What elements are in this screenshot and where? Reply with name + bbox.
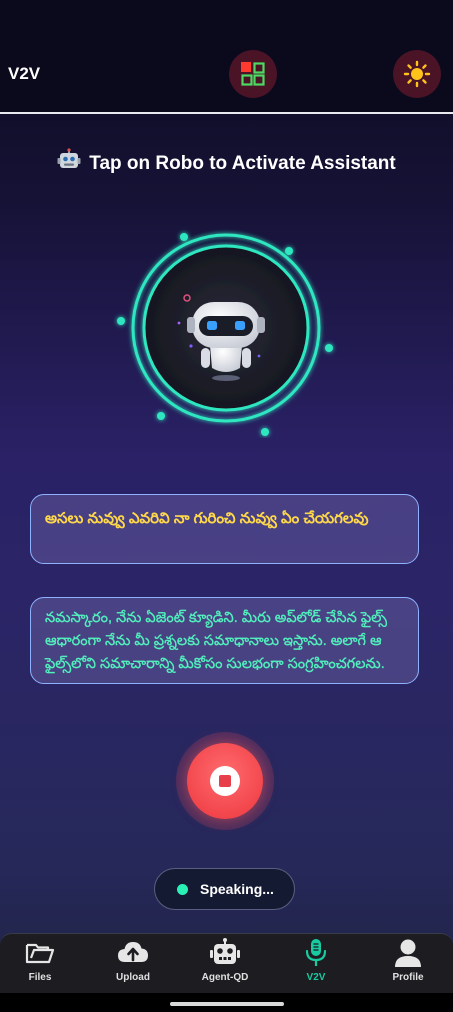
nav-label-v2v: V2V [306,972,326,983]
user-message-bubble: అసలు నువ్వు ఎవరివి నా గురించి నువ్వు ఏం … [30,494,419,564]
nav-label-files: Files [28,972,52,983]
grid-icon [241,62,265,86]
robo-assistant-button[interactable] [109,228,349,438]
cloud-upload-icon [118,942,148,962]
app-screen: V2V Tap on Robo to Activate Assistant అస… [0,0,453,1012]
stop-speaking-button[interactable] [187,743,263,819]
microphone-icon [305,939,327,966]
robot-icon [210,938,240,964]
status-text: Speaking... [200,881,274,897]
assistant-message-bubble: నమస్కారం, నేను ఏజెంట్ క్యూడిని. మీరు అప్… [30,597,419,684]
top-app-bar: V2V [0,0,453,112]
person-icon [395,939,421,967]
folder-icon [25,943,55,964]
nav-label-profile: Profile [392,972,424,983]
theme-toggle-button[interactable] [393,50,441,98]
dashboard-grid-button[interactable] [229,50,277,98]
nav-label-agent-qd: Agent-QD [201,972,249,983]
stop-icon [210,766,240,796]
instruction-headline: Tap on Robo to Activate Assistant [0,148,453,178]
status-indicator-dot [177,883,188,895]
nav-item-v2v[interactable]: V2V [281,938,351,990]
status-badge: Speaking... [154,868,295,910]
sun-icon [403,60,431,88]
robot-avatar-icon [117,233,333,436]
bottom-navigation: Files Upload Agent-QD V2V Profile [0,933,453,994]
nav-item-files[interactable]: Files [5,938,75,990]
nav-item-upload[interactable]: Upload [98,938,168,990]
nav-label-upload: Upload [116,972,150,983]
headline-text: Tap on Robo to Activate Assistant [89,153,396,174]
home-indicator[interactable] [170,1002,284,1006]
robot-emoji-icon [57,148,81,178]
nav-item-agent-qd[interactable]: Agent-QD [190,938,260,990]
stop-square [219,775,231,787]
app-title: V2V [8,64,41,83]
header-divider [0,112,453,114]
nav-item-profile[interactable]: Profile [373,938,443,990]
